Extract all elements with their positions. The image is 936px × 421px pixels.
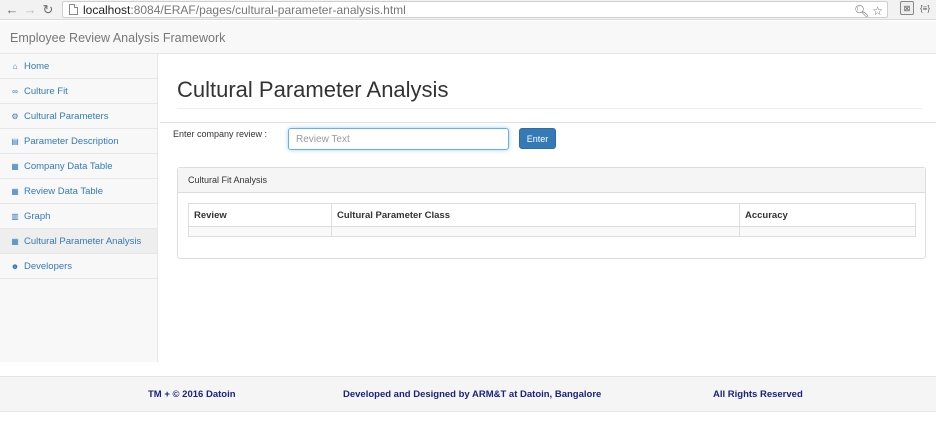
binoculars-icon: ∞ — [12, 86, 18, 96]
table-icon: ▦ — [11, 161, 19, 171]
sidebar-item-culture-fit[interactable]: ∞ Culture Fit — [0, 79, 157, 104]
sidebar-item-label: Home — [24, 60, 50, 72]
sidebar-item-label: Graph — [24, 210, 51, 222]
sidebar-item-parameter-description[interactable]: ▤ Parameter Description — [0, 129, 157, 154]
home-icon: ⌂ — [12, 61, 18, 71]
column-header-class: Cultural Parameter Class — [331, 203, 740, 227]
page-icon — [69, 4, 78, 15]
sidebar-item-cultural-parameter-analysis[interactable]: ▦ Cultural Parameter Analysis — [0, 229, 157, 254]
browser-toolbar: ← → ↻ localhost:8084/ERAF/pages/cultural… — [0, 0, 936, 20]
zoom-icon[interactable]: 🔍︎ — [854, 4, 869, 18]
table-cell — [331, 226, 740, 237]
json-extension-icon[interactable]: {≡} — [918, 1, 932, 15]
analysis-table: Review Cultural Parameter Class Accuracy — [188, 203, 916, 237]
column-header-accuracy: Accuracy — [739, 203, 916, 227]
footer-copyright: TM + © 2016 Datoin — [148, 389, 236, 400]
sidebar-item-graph[interactable]: ▥ Graph — [0, 204, 157, 229]
footer-rights: All Rights Reserved — [713, 389, 803, 400]
table-cell — [739, 226, 916, 237]
sidebar-item-home[interactable]: ⌂ Home — [0, 54, 157, 79]
back-arrow-icon[interactable]: ← — [3, 1, 21, 19]
table-cell — [188, 226, 332, 237]
extension-icon[interactable]: ⊠ — [900, 1, 914, 15]
file-icon: ▤ — [11, 136, 19, 146]
top-navbar: Employee Review Analysis Framework — [0, 21, 936, 54]
footer-credits: Developed and Designed by ARM&T at Datoi… — [343, 389, 602, 400]
bookmark-star-icon[interactable]: ☆ — [872, 4, 883, 18]
sidebar-item-developers[interactable]: ☻ Developers — [0, 254, 157, 279]
sidebar-item-label: Review Data Table — [24, 185, 104, 197]
review-label: Enter company review : — [173, 129, 268, 139]
sidebar-item-label: Cultural Parameters — [24, 110, 109, 122]
title-divider — [177, 108, 922, 109]
sidebar-item-label: Developers — [24, 260, 73, 272]
page-title: Cultural Parameter Analysis — [177, 77, 449, 102]
gears-icon: ⚙ — [11, 111, 19, 121]
url-host: localhost — [83, 2, 131, 17]
panel-heading: Cultural Fit Analysis — [178, 168, 925, 193]
sidebar-item-review-data-table[interactable]: ▦ Review Data Table — [0, 179, 157, 204]
enter-button[interactable]: Enter — [519, 128, 556, 149]
review-input[interactable] — [288, 128, 509, 150]
table-row — [188, 226, 916, 237]
sidebar-item-label: Company Data Table — [24, 160, 113, 172]
sidebar: ⌂ Home ∞ Culture Fit ⚙ Cultural Parameters ▤ Pa… — [0, 54, 158, 362]
sidebar-item-label: Culture Fit — [24, 85, 68, 97]
column-header-review: Review — [188, 203, 332, 227]
sidebar-item-company-data-table[interactable]: ▦ Company Data Table — [0, 154, 157, 179]
sidebar-item-cultural-parameters[interactable]: ⚙ Cultural Parameters — [0, 104, 157, 129]
table-icon: ▦ — [11, 236, 19, 246]
url-path: :8084/ERAF/pages/cultural-parameter-anal… — [130, 2, 406, 17]
sidebar-item-label: Parameter Description — [24, 135, 119, 147]
form-divider — [160, 122, 936, 123]
bar-chart-icon: ▥ — [11, 211, 19, 221]
address-bar[interactable]: localhost:8084/ERAF/pages/cultural-param… — [62, 1, 888, 18]
table-icon: ▦ — [11, 186, 19, 196]
sidebar-item-label: Cultural Parameter Analysis — [24, 235, 142, 247]
brand-link[interactable]: Employee Review Analysis Framework — [10, 31, 225, 45]
cultural-fit-panel: Cultural Fit Analysis Review Cultural Pa… — [177, 167, 926, 259]
users-icon: ☻ — [10, 261, 20, 271]
footer: TM + © 2016 Datoin Developed and Designe… — [0, 376, 936, 412]
reload-icon[interactable]: ↻ — [39, 1, 57, 19]
forward-arrow-icon[interactable]: → — [21, 1, 39, 19]
